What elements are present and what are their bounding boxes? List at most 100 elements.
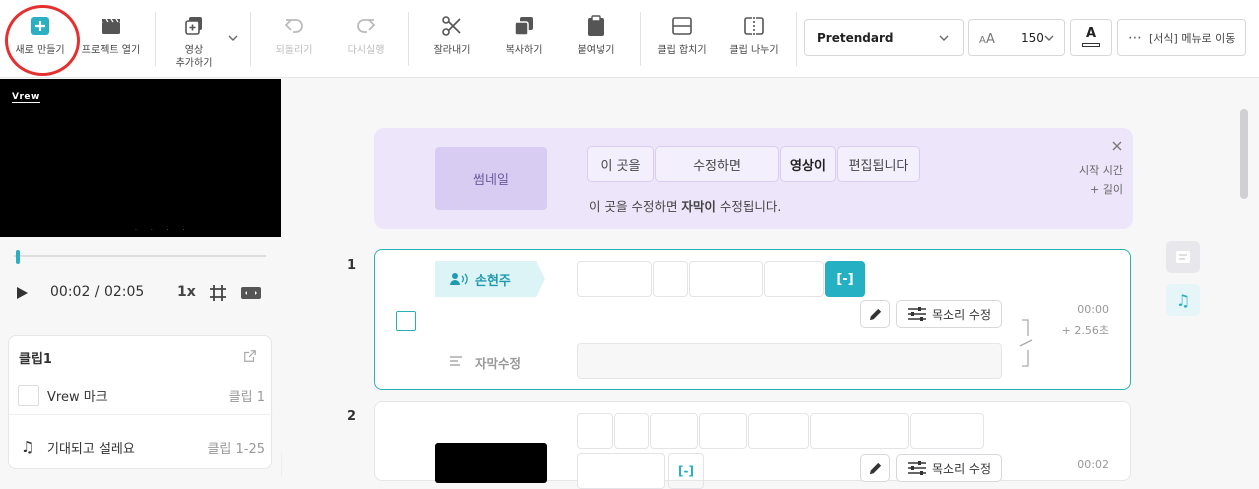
sliders-icon (907, 461, 926, 475)
copy-button[interactable]: 복사하기 (494, 0, 554, 78)
word-block[interactable] (699, 413, 747, 449)
word-block[interactable] (764, 261, 824, 297)
font-size-select[interactable]: AA 150 (968, 19, 1065, 56)
add-video-label-1: 영상 (184, 45, 204, 56)
music-note-icon: ♫ (21, 438, 35, 456)
silence-token[interactable]: [-] (668, 453, 704, 489)
paste-button[interactable]: 붙여넣기 (566, 0, 626, 78)
speaker-name: 손현주 (475, 273, 511, 289)
subtitle-lines-icon (450, 356, 462, 366)
text-color-button[interactable]: A (1070, 19, 1112, 56)
silence-token[interactable]: [-] (825, 261, 865, 297)
chevron-down-icon (939, 35, 949, 41)
clip-thumbnail (18, 385, 39, 406)
guide-word: 영상이 (780, 146, 836, 182)
separator (408, 12, 409, 66)
separator (250, 12, 251, 66)
clip-info-panel: 클립1 Vrew 마크 클립 1 ♫ 기대되고 설레요 클립 1-25 (8, 335, 273, 469)
close-icon[interactable] (1111, 140, 1123, 152)
word-block[interactable] (577, 413, 613, 449)
music-note-icon: ♫ (1175, 290, 1191, 310)
word-block[interactable] (689, 261, 763, 297)
video-preview[interactable]: Vrew · · · · (0, 79, 281, 237)
clip-number: 2 (347, 409, 357, 424)
redo-label: 다시실행 (347, 45, 385, 56)
svg-text:A: A (979, 35, 986, 45)
clip-card[interactable]: 손현주 [-] 목소리 수정 자막수정 00:00 + 2.56초 (374, 249, 1131, 390)
list-item[interactable]: Vrew 마크 클립 1 (9, 377, 273, 415)
word-block[interactable] (650, 413, 698, 449)
add-video-icon (185, 17, 202, 35)
more-dots-icon: ⋯ (1128, 29, 1143, 46)
redo-button[interactable]: 다시실행 (336, 0, 396, 78)
list-item[interactable]: ♫ 기대되고 설레요 클립 1-25 (9, 428, 273, 466)
word-block[interactable] (653, 261, 688, 297)
chevron-down-icon (1044, 35, 1054, 41)
separator (796, 12, 797, 66)
left-panel: Vrew · · · · 00:02 / 02:05 1x 클립1 Vrew 마… (0, 79, 281, 476)
scissors-icon (442, 16, 461, 36)
pencil-icon (869, 462, 881, 474)
voice-edit-button[interactable]: 목소리 수정 (896, 300, 1002, 328)
format-menu-button[interactable]: ⋯ [서식] 메뉴로 이동 (1117, 19, 1246, 56)
clapperboard-icon (102, 18, 120, 34)
guide-subtitle-suffix: 수정됩니다. (715, 199, 782, 214)
subtitle-panel-toggle[interactable] (1166, 241, 1200, 273)
vertical-scrollbar[interactable] (1240, 109, 1248, 199)
font-size-value: 150 (1021, 30, 1044, 45)
clipboard-icon (588, 15, 604, 36)
music-toggle[interactable]: ♫ (1166, 284, 1200, 316)
clip-number: 1 (347, 258, 357, 273)
clip-card[interactable]: [-] 목소리 수정 00:02 (374, 401, 1131, 489)
scrubber-handle[interactable] (16, 250, 20, 264)
paste-label: 붙여넣기 (577, 45, 615, 56)
voice-edit-button[interactable]: 목소리 수정 (896, 454, 1002, 482)
open-project-label: 프로젝트 열기 (81, 45, 141, 56)
font-family-value: Pretendard (817, 30, 894, 45)
speaker-tag[interactable]: 손현주 (435, 261, 545, 297)
separator (155, 12, 156, 66)
comment-icon (1176, 251, 1190, 263)
word-block[interactable] (810, 413, 909, 449)
open-project-button[interactable]: 프로젝트 열기 (76, 0, 146, 78)
clip-checkbox[interactable] (396, 311, 416, 331)
chevron-down-icon[interactable] (226, 30, 240, 44)
word-block[interactable] (748, 413, 809, 449)
copy-label: 복사하기 (505, 45, 543, 56)
player-controls: 00:02 / 02:05 1x (0, 279, 281, 309)
speed-button[interactable]: 1x (177, 284, 196, 300)
word-block[interactable] (577, 261, 652, 297)
split-clip-button[interactable]: 클립 나누기 (722, 0, 786, 78)
text-color-letter: A (1085, 26, 1097, 41)
font-family-select[interactable]: Pretendard (804, 19, 964, 56)
edit-pencil-button[interactable] (860, 454, 890, 482)
fullscreen-icon[interactable] (240, 285, 262, 301)
clip-item-range: 클립 1 (228, 390, 265, 405)
watermark: Vrew (12, 92, 40, 103)
cut-button[interactable]: 잘라내기 (422, 0, 482, 78)
link-bracket-icon[interactable] (1016, 318, 1036, 368)
play-icon[interactable] (14, 285, 30, 301)
add-video-button[interactable]: 영상 추가하기 (168, 0, 220, 78)
word-block[interactable] (910, 413, 984, 449)
editor-area: 썸네일 이 곳을 수정하면 영상이 편집됩니다 이 곳을 수정하면 자막이 수정… (282, 79, 1259, 489)
separator (640, 12, 641, 66)
merge-clip-button[interactable]: 클립 합치기 (650, 0, 714, 78)
cut-label: 잘라내기 (433, 45, 471, 56)
grid-icon[interactable] (208, 283, 228, 303)
clip-thumbnail (435, 443, 547, 483)
guide-word: 수정하면 (655, 146, 779, 182)
subtitle-input[interactable] (577, 343, 1002, 379)
word-block[interactable] (577, 453, 665, 489)
clip-duration: + 2.56초 (1061, 324, 1109, 337)
guide-card: 썸네일 이 곳을 수정하면 영상이 편집됩니다 이 곳을 수정하면 자막이 수정… (374, 128, 1133, 229)
word-block[interactable] (614, 413, 649, 449)
timeline-scrubber[interactable] (14, 255, 266, 257)
sliders-icon (907, 307, 926, 321)
external-link-icon[interactable] (243, 349, 257, 363)
clip-panel-title: 클립1 (19, 352, 52, 367)
voice-edit-label: 목소리 수정 (931, 307, 991, 322)
text-color-swatch (1082, 43, 1100, 47)
undo-button[interactable]: 되돌리기 (264, 0, 324, 78)
edit-pencil-button[interactable] (860, 300, 890, 328)
